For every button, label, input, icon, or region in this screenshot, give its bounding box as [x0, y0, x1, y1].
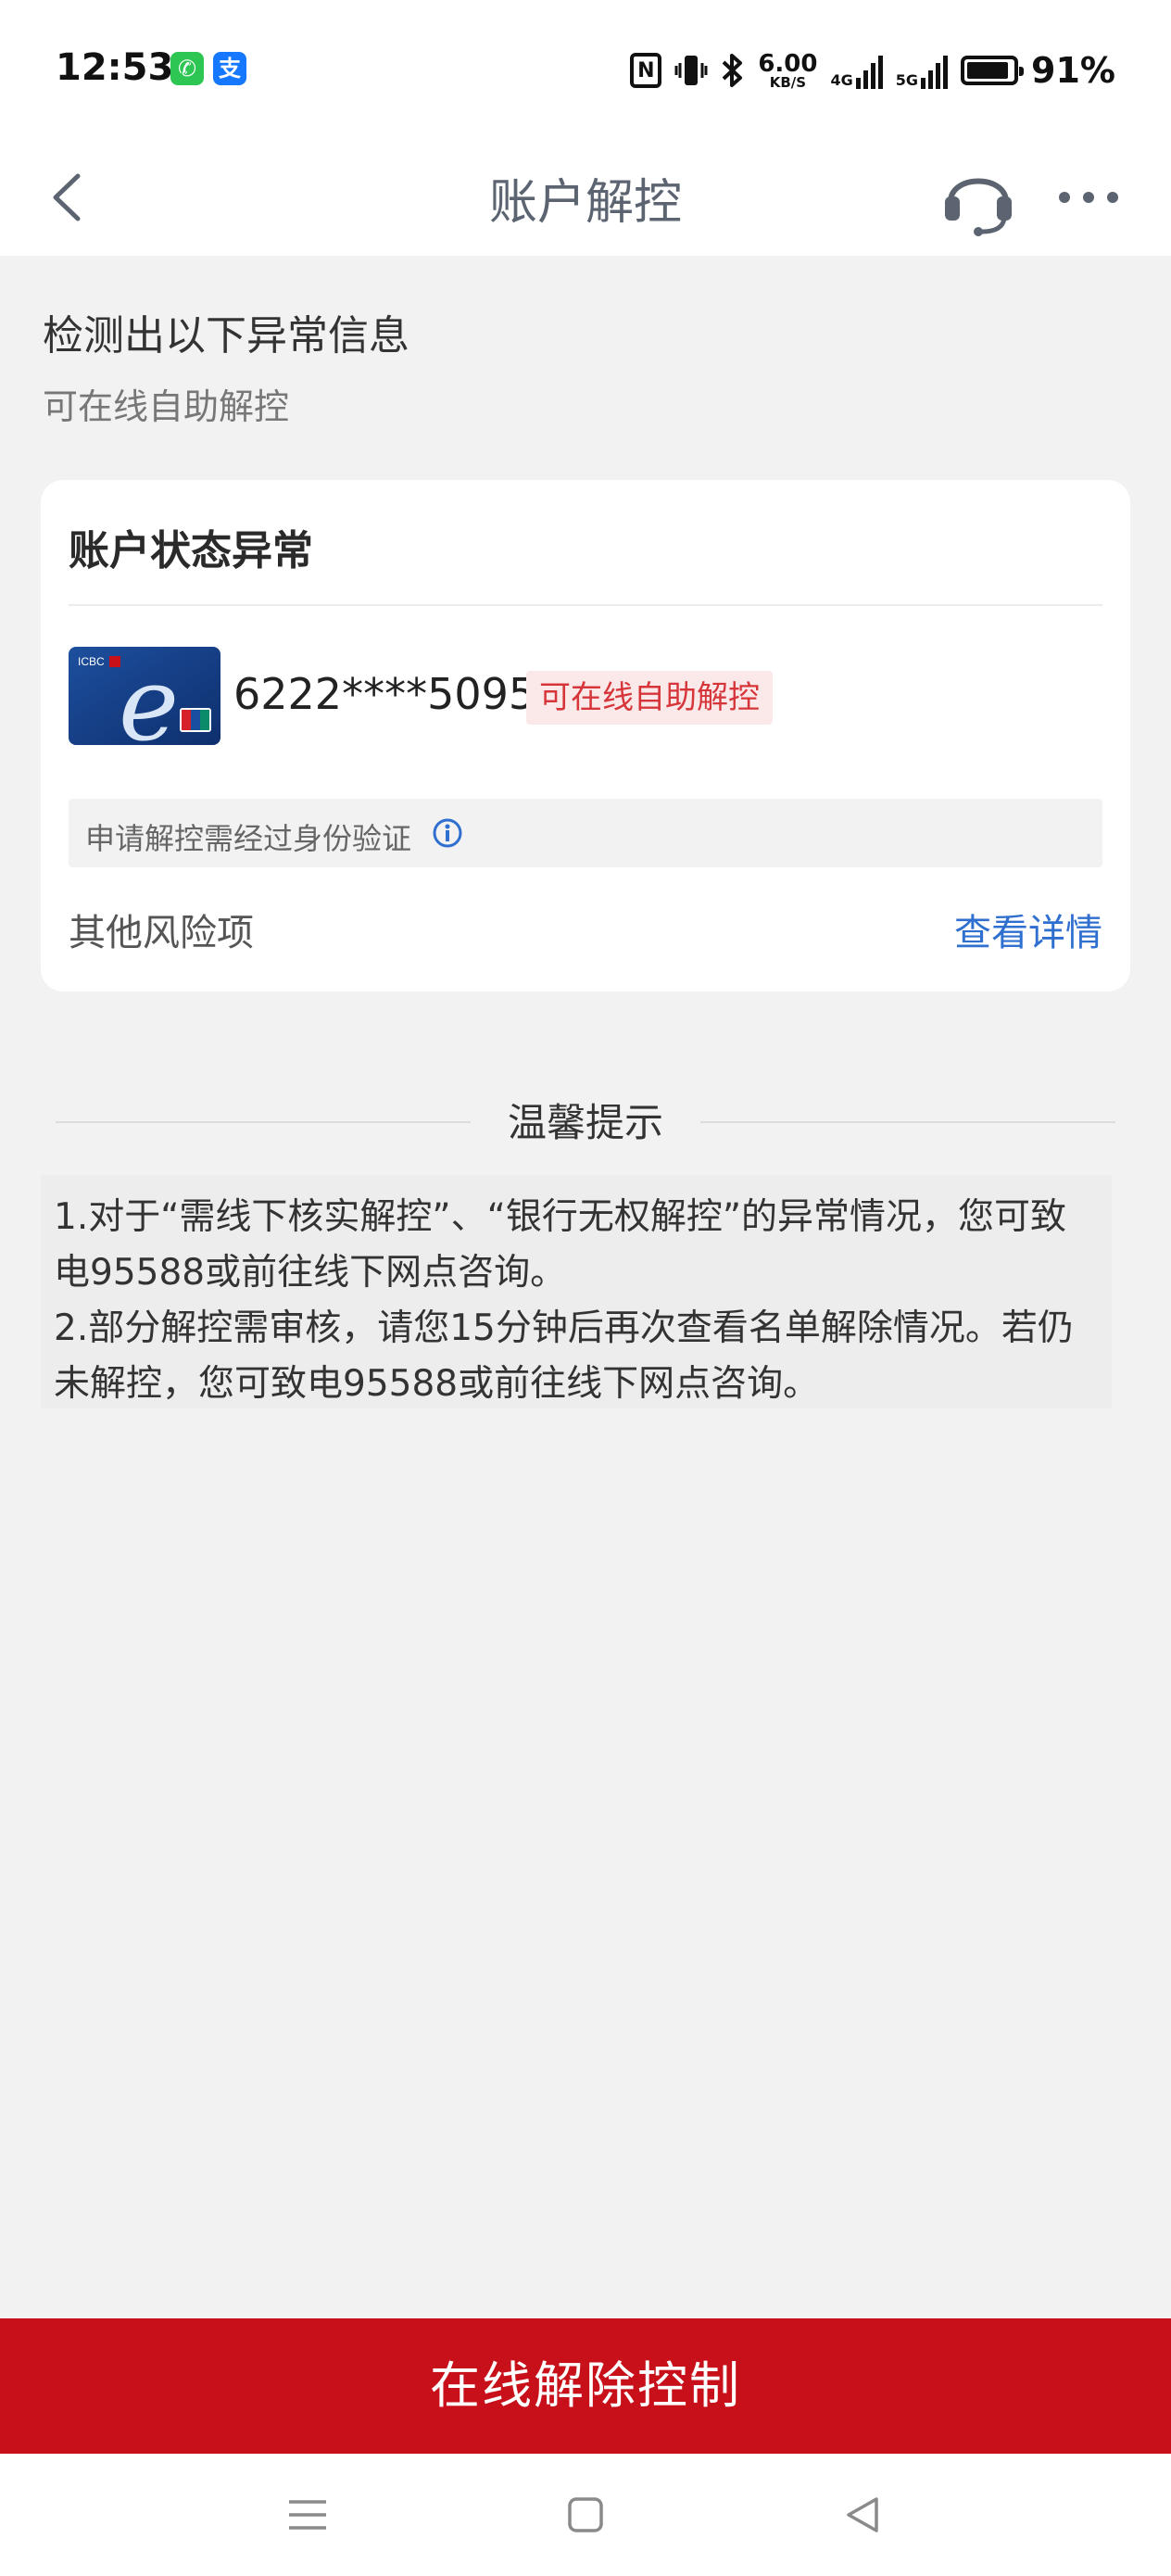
verification-notice: 申请解控需经过身份验证 [69, 799, 1102, 867]
vibrate-icon [674, 52, 708, 89]
more-button[interactable] [1056, 167, 1121, 228]
system-navigation-bar [0, 2454, 1171, 2576]
view-detail-link[interactable]: 查看详情 [954, 903, 1102, 956]
battery-percent: 91% [1031, 50, 1115, 91]
status-icons: N 6.00 KB/S 4G 5G 91% [630, 44, 1115, 96]
card-divider [69, 604, 1102, 606]
wechat-notification-icon: ✆ [170, 52, 204, 85]
signal-4g: 4G [831, 52, 883, 89]
info-icon[interactable] [432, 817, 463, 849]
status-time: 12:53 [56, 46, 174, 89]
network-speed: 6.00 KB/S [758, 52, 817, 90]
home-button[interactable] [558, 2487, 613, 2543]
account-unlock-page: 12:53 ✆ 支 N 6.00 KB/S 4G 5G 91% 账户解控 检测出… [0, 0, 1171, 2576]
signal-bars-icon [921, 56, 949, 89]
customer-service-button[interactable] [941, 158, 1015, 237]
account-status-card: 账户状态异常 ICBC e 6222****5095 可在线自助解控 申请解控需… [41, 480, 1130, 991]
signal-4g-label: 4G [830, 71, 853, 89]
card-title: 账户状态异常 [69, 527, 313, 575]
network-speed-value: 6.00 [758, 49, 818, 78]
menu-icon [289, 2500, 326, 2530]
nav-bar: 账户解控 [0, 139, 1171, 256]
status-badge: 可在线自助解控 [526, 671, 773, 725]
intro-title: 检测出以下异常信息 [43, 312, 409, 360]
online-unlock-button[interactable]: 在线解除控制 [0, 2318, 1171, 2454]
headset-icon [945, 178, 1012, 236]
battery-fill [967, 62, 1008, 79]
bluetooth-icon [721, 52, 745, 89]
tips-item: 2.部分解控需审核，请您15分钟后再次查看名单解除情况。若仍未解控，您可致电95… [54, 1307, 1074, 1405]
triangle-back-icon [847, 2497, 878, 2532]
intro-subtitle: 可在线自助解控 [43, 386, 290, 427]
menu-button[interactable] [280, 2487, 335, 2543]
tips-box: 1.对于“需线下核实解控”、“银行无权解控”的异常情况，您可致电95588或前往… [41, 1175, 1112, 1408]
other-risk-label: 其他风险项 [69, 912, 254, 954]
status-bar: 12:53 ✆ 支 N 6.00 KB/S 4G 5G 91% [0, 0, 1171, 139]
tips-title: 温馨提示 [507, 1100, 663, 1145]
verification-notice-text: 申请解控需经过身份验证 [85, 821, 412, 856]
signal-5g: 5G [895, 52, 949, 89]
signal-bars-icon [855, 56, 883, 89]
bank-card-brand: ICBC [78, 655, 105, 668]
signal-5g-label: 5G [895, 71, 919, 89]
more-horizontal-icon [1059, 192, 1118, 203]
bank-card-letter: e [119, 647, 179, 745]
system-back-button[interactable] [836, 2487, 891, 2543]
home-icon [568, 2497, 603, 2532]
card-number: 6222****5095 [233, 669, 536, 719]
nfc-icon: N [630, 53, 662, 88]
bank-card-image: ICBC e [69, 647, 220, 745]
battery-icon [961, 56, 1025, 85]
tips-item: 1.对于“需线下核实解控”、“银行无权解控”的异常情况，您可致电95588或前往… [54, 1196, 1067, 1294]
network-speed-unit: KB/S [769, 73, 807, 91]
tips-divider-right [700, 1121, 1115, 1123]
alipay-notification-icon: 支 [213, 52, 246, 85]
